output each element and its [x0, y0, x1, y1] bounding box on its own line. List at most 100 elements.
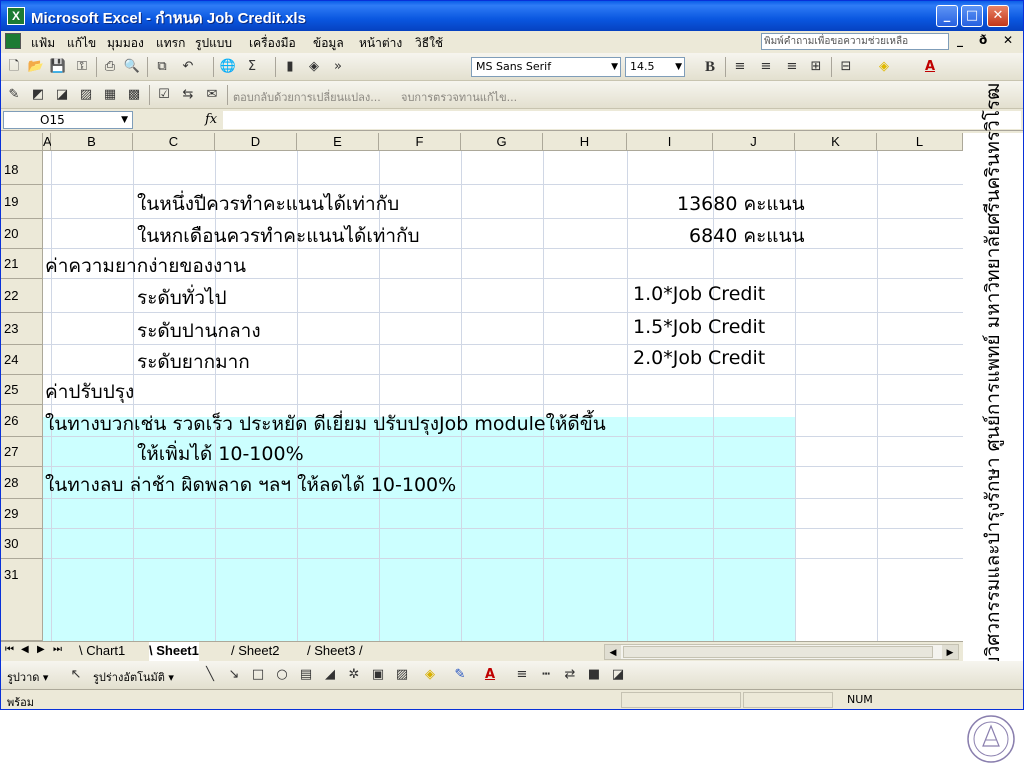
tab-sheet1[interactable]: \ Sheet1 — [149, 642, 199, 661]
title-bar[interactable]: X Microsoft Excel - กำหนด Job Credit.xls… — [1, 1, 1023, 31]
copy-icon[interactable]: ⧉ — [153, 58, 171, 76]
dash-style-icon[interactable]: ┅ — [537, 666, 555, 684]
bold-button[interactable]: B — [701, 58, 719, 76]
cell-i24[interactable]: 2.0*Job Credit — [633, 347, 765, 369]
select-objects-icon[interactable]: ↖ — [67, 666, 85, 684]
menu-format[interactable]: รูปแบบ — [195, 34, 232, 53]
new-comment-icon[interactable]: ✎ — [5, 86, 23, 104]
row-header-31[interactable]: 31 — [1, 559, 43, 641]
textbox-icon[interactable]: ▤ — [297, 666, 315, 684]
fill-color-icon[interactable]: ◈ — [875, 58, 893, 76]
doc-restore-button[interactable]: ð — [979, 33, 987, 47]
fx-icon[interactable]: fx — [205, 112, 217, 127]
maximize-button[interactable]: □ — [961, 5, 983, 27]
doc-minimize-button[interactable]: _ — [957, 33, 963, 47]
font-color-icon[interactable]: A — [921, 58, 939, 76]
new-icon[interactable]: 🗋 — [5, 58, 23, 76]
scroll-right-icon[interactable]: ▶ — [942, 645, 958, 659]
cell-c27[interactable]: ให้เพิ่มได้ 10-100% — [137, 439, 304, 469]
merge-center-icon[interactable]: ⊞ — [807, 58, 825, 76]
col-header-i[interactable]: I — [627, 133, 713, 151]
show-all-comments-icon[interactable]: ▦ — [101, 86, 119, 104]
arrow-icon[interactable]: ↘ — [225, 666, 243, 684]
autosum-icon[interactable]: Σ — [243, 58, 261, 76]
menu-file[interactable]: แฟ้ม — [31, 34, 55, 53]
row-header-24[interactable]: 24 — [1, 345, 43, 375]
row-header-18[interactable]: 18 — [1, 151, 43, 185]
line-style-icon[interactable]: ≡ — [513, 666, 531, 684]
cell-a21[interactable]: ค่าความยากง่ายของงาน — [45, 251, 246, 281]
align-center-icon[interactable]: ≡ — [757, 58, 775, 76]
wordart-icon[interactable]: ◢ — [321, 666, 339, 684]
row-header-19[interactable]: 19 — [1, 185, 43, 219]
picture-icon[interactable]: ▨ — [393, 666, 411, 684]
workbook-icon[interactable] — [5, 33, 21, 49]
last-sheet-icon[interactable]: ⏭ — [53, 644, 62, 655]
menu-help[interactable]: วิธีใช้ — [415, 34, 443, 53]
cell-i22[interactable]: 1.0*Job Credit — [633, 283, 765, 305]
minimize-button[interactable]: _ — [936, 5, 958, 27]
oval-icon[interactable]: ○ — [273, 666, 291, 684]
select-all-corner[interactable] — [1, 133, 43, 151]
menu-view[interactable]: มุมมอง — [107, 34, 144, 53]
toolbar-options-icon[interactable]: » — [329, 58, 347, 76]
tab-sheet2[interactable]: / Sheet2 — [231, 642, 279, 661]
diagram-icon[interactable]: ✲ — [345, 666, 363, 684]
hyperlink-icon[interactable]: 🌐 — [219, 58, 237, 76]
arrow-style-icon[interactable]: ⇄ — [561, 666, 579, 684]
scroll-thumb[interactable] — [623, 646, 933, 658]
font-name-select[interactable]: MS Sans Serif ▼ — [471, 57, 621, 77]
first-sheet-icon[interactable]: ⏮ — [5, 644, 14, 655]
row-header-25[interactable]: 25 — [1, 375, 43, 405]
col-header-l[interactable]: L — [877, 133, 963, 151]
undo-icon[interactable]: ↶ — [179, 58, 197, 76]
doc-close-button[interactable]: ✕ — [1003, 33, 1013, 47]
row-header-28[interactable]: 28 — [1, 467, 43, 499]
menu-data[interactable]: ข้อมูล — [313, 34, 344, 53]
cell-c22[interactable]: ระดับทั่วไป — [137, 283, 227, 313]
rectangle-icon[interactable]: □ — [249, 666, 267, 684]
fill-color-icon[interactable]: ◈ — [421, 666, 439, 684]
col-header-j[interactable]: J — [713, 133, 795, 151]
borders-icon[interactable]: ⊟ — [837, 58, 855, 76]
prev-comment-icon[interactable]: ◩ — [29, 86, 47, 104]
cell-i20[interactable]: 6840 คะแนน — [689, 221, 805, 251]
spreadsheet-grid[interactable]: A B C D E F G H I J K L 18 19 20 21 22 2… — [1, 133, 963, 641]
end-review-button[interactable]: จบการตรวจทานแก้ไข... — [401, 88, 517, 106]
save-icon[interactable]: 💾 — [49, 58, 67, 76]
cell-a28[interactable]: ในทางลบ ล่าช้า ผิดพลาด ฯลฯ ให้ลดได้ 10-1… — [45, 470, 456, 500]
print-preview-icon[interactable]: 🔍 — [123, 58, 141, 76]
cell-a26[interactable]: ในทางบวกเช่น รวดเร็ว ประหยัด ดีเยี่ยม ปร… — [45, 409, 606, 439]
update-file-icon[interactable]: ⇆ — [179, 86, 197, 104]
cell-c20[interactable]: ในหกเดือนควรทำคะแนนได้เท่ากับ — [137, 221, 420, 251]
col-header-b[interactable]: B — [51, 133, 133, 151]
draw-menu-button[interactable]: รูปวาด ▾ — [7, 668, 48, 686]
menu-insert[interactable]: แทรก — [156, 34, 185, 53]
col-header-c[interactable]: C — [133, 133, 215, 151]
clipart-icon[interactable]: ▣ — [369, 666, 387, 684]
col-header-e[interactable]: E — [297, 133, 379, 151]
next-sheet-icon[interactable]: ▶ — [37, 644, 45, 655]
menu-window[interactable]: หน้าต่าง — [359, 34, 402, 53]
open-icon[interactable]: 📂 — [27, 58, 45, 76]
col-header-h[interactable]: H — [543, 133, 627, 151]
next-comment-icon[interactable]: ◪ — [53, 86, 71, 104]
col-header-k[interactable]: K — [795, 133, 877, 151]
horizontal-scrollbar[interactable]: ◀ ▶ — [604, 644, 959, 660]
cell-a25[interactable]: ค่าปรับปรุง — [45, 377, 134, 407]
col-header-a[interactable]: A — [43, 133, 52, 151]
show-comment-icon[interactable]: ▨ — [77, 86, 95, 104]
menu-edit[interactable]: แก้ไข — [67, 34, 96, 53]
cell-c24[interactable]: ระดับยากมาก — [137, 347, 250, 377]
row-header-30[interactable]: 30 — [1, 529, 43, 559]
send-mail-icon[interactable]: ✉ — [203, 86, 221, 104]
row-header-23[interactable]: 23 — [1, 313, 43, 345]
reply-with-changes-button[interactable]: ตอบกลับด้วยการเปลี่ยนแปลง... — [233, 88, 381, 106]
print-icon[interactable]: ⎙ — [101, 58, 119, 76]
cell-i19[interactable]: 13680 คะแนน — [677, 189, 805, 219]
line-icon[interactable]: ╲ — [201, 666, 219, 684]
autoshapes-button[interactable]: รูปร่างอัตโนมัติ ▾ — [93, 668, 174, 686]
cell-c19[interactable]: ในหนึ่งปีควรทำคะแนนได้เท่ากับ — [137, 189, 399, 219]
menu-tools[interactable]: เครื่องมือ — [249, 34, 296, 53]
delete-comment-icon[interactable]: ▩ — [125, 86, 143, 104]
